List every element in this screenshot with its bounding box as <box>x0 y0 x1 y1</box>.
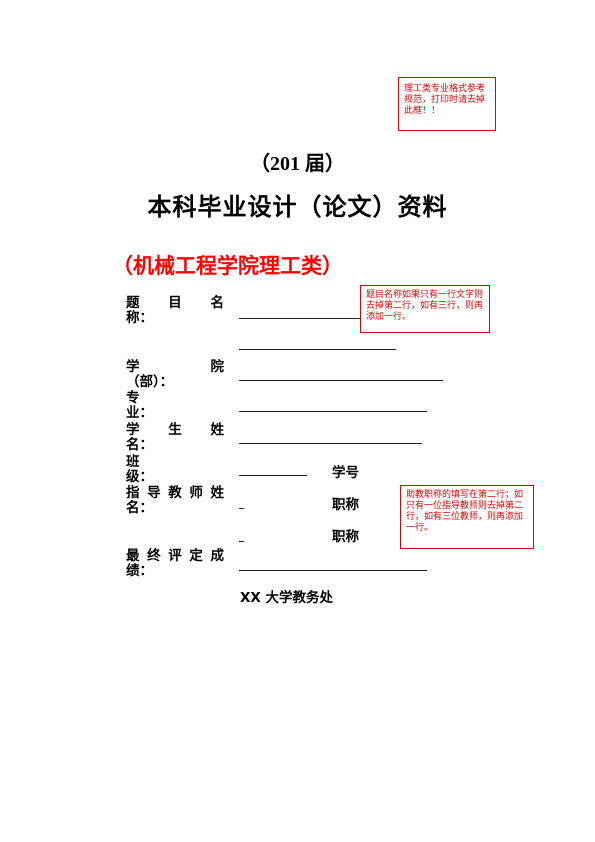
school-label-char: 学 <box>126 359 140 375</box>
class-label: 班 级： <box>126 455 224 485</box>
student-label-char: 姓 <box>210 422 225 438</box>
student-label-char: 生 <box>168 422 182 438</box>
advisor-name-field-1[interactable] <box>239 508 244 509</box>
class-label-line2: 级： <box>126 469 153 485</box>
school-label: 学 院 （部）： <box>126 360 224 390</box>
school-label-line2: （部）： <box>126 374 174 390</box>
topic-label-char: 名 <box>210 295 225 311</box>
student-id-label: 学号 <box>332 465 359 481</box>
school-label-char: 院 <box>210 359 225 375</box>
advisor-note-text: 助教职称的填写在第二行；如只有一位指导教师则去掉第二行，如有三位教师，则再添加一… <box>406 490 524 533</box>
graduation-year: （201 届） <box>250 153 345 175</box>
format-note-box: 理工类专业格式参考规范，打印时请去掉此框！！ <box>398 77 496 131</box>
grade-label-line2: 绩： <box>126 563 153 579</box>
advisor-title-label-2: 职称 <box>332 529 359 545</box>
final-grade-label: 最 终 评 定 成 绩： <box>126 549 224 579</box>
topic-field-line-2[interactable] <box>239 349 396 350</box>
grade-label-char: 成 <box>210 548 225 564</box>
major-label-line1: 专 <box>126 390 140 406</box>
advisor-note-box: 助教职称的填写在第二行；如只有一位指导教师则去掉第二行，如有三位教师，则再添加一… <box>400 485 534 549</box>
grade-label-char: 最 <box>126 548 140 564</box>
title-note-text: 题目名称如果只有一行文字则去掉第二行，如有三行，则再添加一行。 <box>366 290 484 322</box>
advisor-name-label: 指 导 教 师 姓 名： <box>126 486 224 516</box>
college-name: （机械工程学院理工类） <box>112 254 343 278</box>
major-field-line[interactable] <box>239 411 427 412</box>
school-field-line[interactable] <box>239 380 443 381</box>
grade-label-char: 定 <box>189 548 203 564</box>
topic-label-char: 目 <box>168 295 182 311</box>
format-note-text: 理工类专业格式参考规范，打印时请去掉此框！！ <box>404 84 486 116</box>
class-label-line1: 班 <box>126 454 140 470</box>
final-grade-field-line[interactable] <box>239 570 427 571</box>
issuer-text: XX 大学教务处 <box>240 590 334 606</box>
student-name-label: 学 生 姓 名： <box>126 423 224 453</box>
title-note-box: 题目名称如果只有一行文字则去掉第二行，如有三行，则再添加一行。 <box>360 285 490 333</box>
advisor-label-char: 导 <box>147 485 161 501</box>
student-label-char: 学 <box>126 422 140 438</box>
advisor-label-char: 教 <box>168 485 182 501</box>
grade-label-char: 评 <box>168 548 182 564</box>
class-field-line[interactable] <box>239 475 307 476</box>
grade-label-char: 终 <box>147 548 161 564</box>
student-label-line2: 名： <box>126 437 153 453</box>
advisor-label-char: 师 <box>189 485 203 501</box>
topic-label-char: 题 <box>126 295 140 311</box>
advisor-title-label-1: 职称 <box>332 497 359 513</box>
major-label: 专 业： <box>126 391 224 421</box>
topic-field-line-1[interactable] <box>239 318 361 319</box>
document-title: 本科毕业设计（论文）资料 <box>147 193 448 221</box>
advisor-label-char: 指 <box>126 485 140 501</box>
advisor-name-field-2[interactable] <box>239 541 244 542</box>
topic-label-line2: 称： <box>126 310 153 326</box>
student-name-field-line[interactable] <box>239 443 422 444</box>
topic-label: 题 目 名 称： <box>126 296 224 326</box>
advisor-label-char: 姓 <box>210 485 225 501</box>
advisor-label-line2: 名： <box>126 500 153 516</box>
major-label-line2: 业： <box>126 405 153 421</box>
